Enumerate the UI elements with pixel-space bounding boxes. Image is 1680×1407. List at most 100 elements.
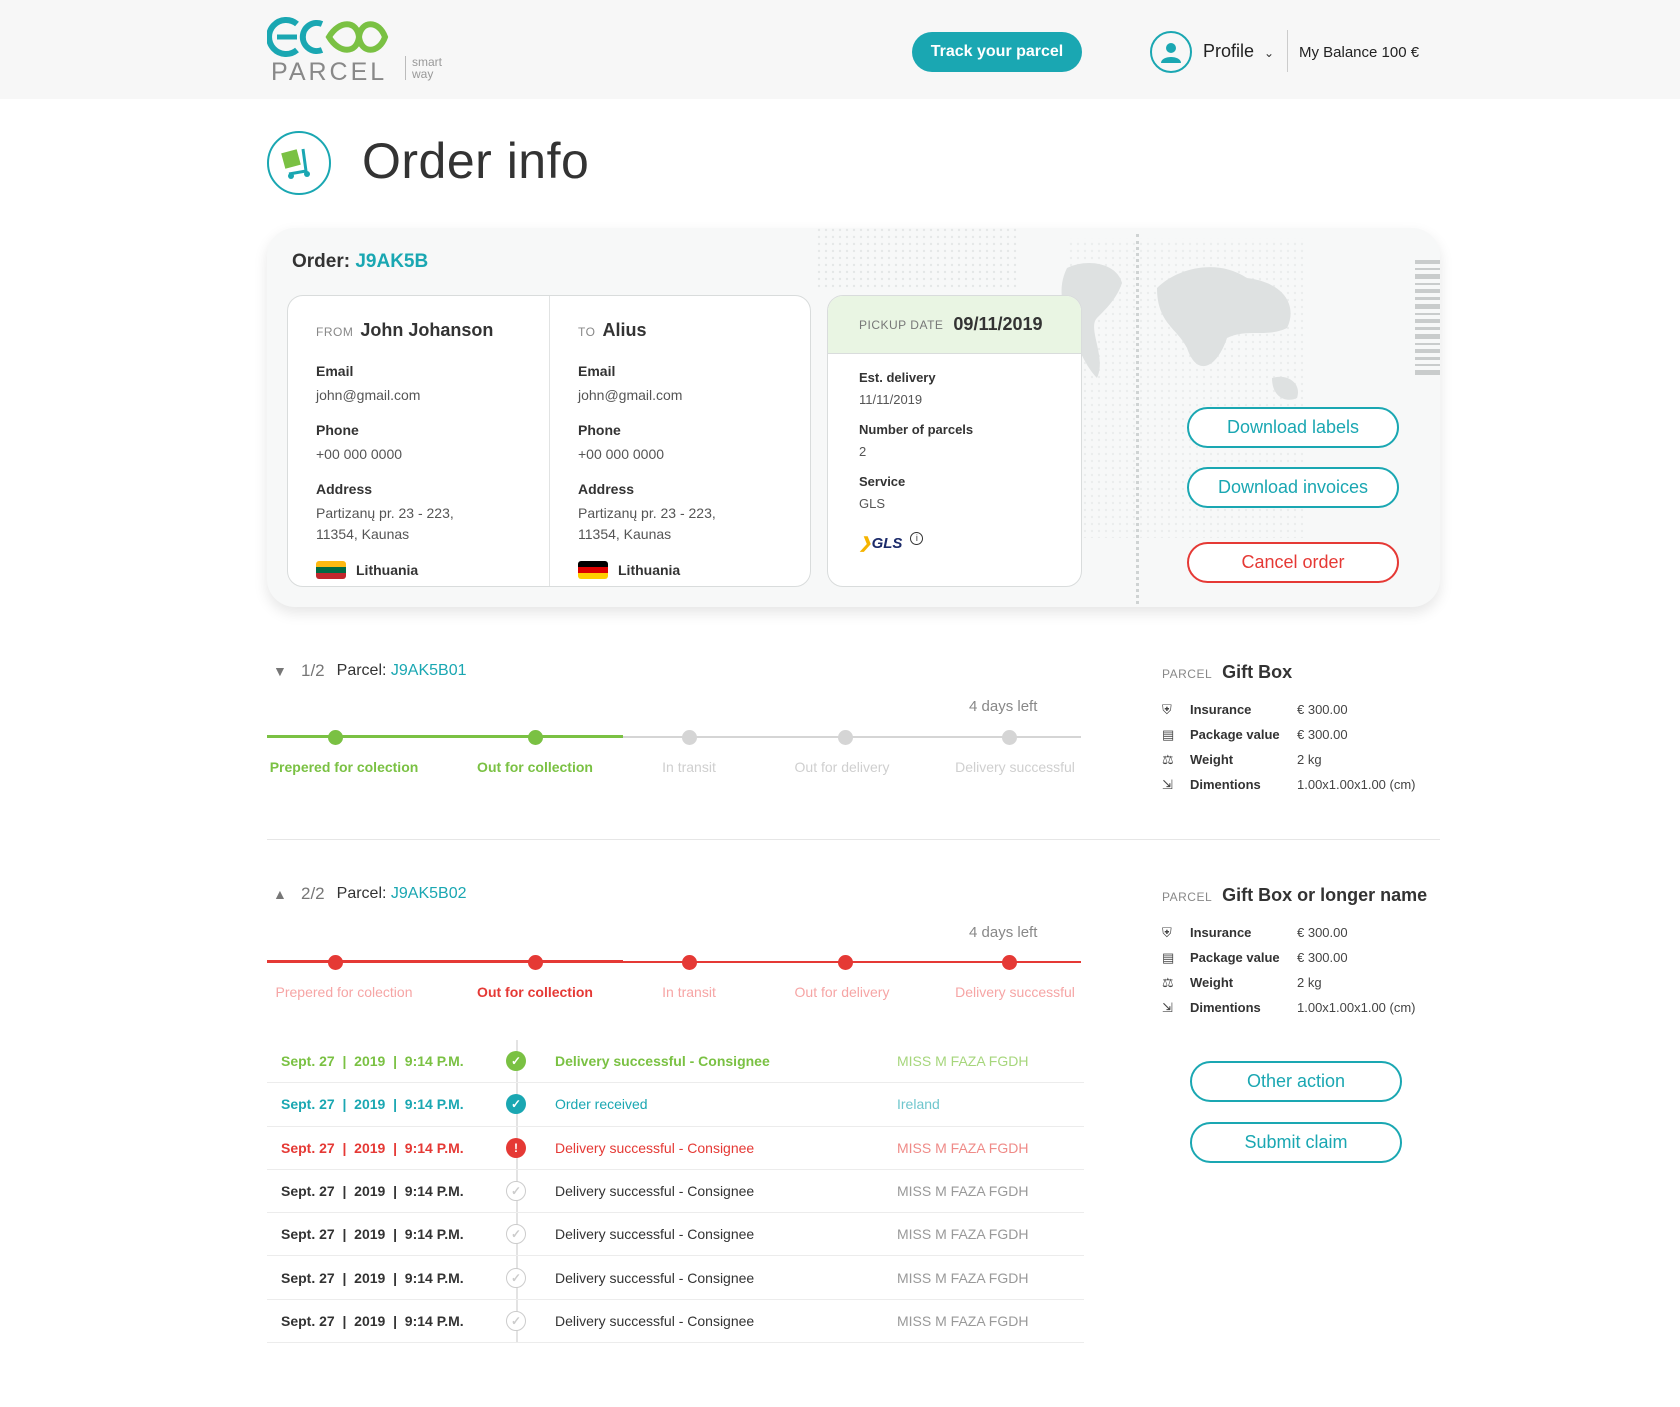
from-prefix: FROM: [316, 325, 354, 339]
parcel-2-dimensions-label: Dimentions: [1190, 1000, 1261, 1015]
parcel-1-label: Parcel: J9AK5B01: [337, 662, 467, 680]
order-id-label: Order: J9AK5B: [292, 251, 428, 273]
order-cart-icon: [267, 131, 331, 195]
other-action-button[interactable]: Other action: [1190, 1061, 1402, 1102]
parcel-1-step-2-label: Out for collection: [477, 759, 593, 775]
parcel-1-weight-row: ⚖ Weight 2 kg: [1162, 747, 1442, 772]
history-date: Sept. 27 | 2019 | 9:14 P.M.: [281, 1312, 464, 1329]
recipient-name: Alius: [602, 320, 647, 340]
scale-icon: ⚖: [1162, 751, 1174, 767]
addresses-box: FROM John Johanson Email john@gmail.com …: [287, 295, 811, 587]
parcel-2-step-5-dot: [1002, 955, 1017, 970]
pickup-box: PICKUP DATE 09/11/2019 Est. delivery 11/…: [827, 295, 1082, 587]
parcel-1-progress-track: [267, 735, 1081, 738]
parcel-2-value-value: € 300.00: [1297, 950, 1348, 965]
parcel-1-id: J9AK5B01: [390, 662, 467, 679]
history-row: Sept. 27 | 2019 | 9:14 P.M. ✓ Delivery s…: [267, 1300, 1084, 1344]
profile-avatar[interactable]: [1150, 31, 1192, 73]
history-event: Delivery successful - Consignee: [555, 1312, 755, 1329]
parcel-2-step-4-dot: [838, 955, 853, 970]
parcel-1-step-5-label: Delivery successful: [955, 759, 1075, 775]
parcel-2-label-text: Parcel:: [336, 885, 387, 902]
lithuania-flag-icon: [316, 561, 346, 579]
parcel-1-insurance-row: ⛨ Insurance € 300.00: [1162, 697, 1442, 722]
parcel-2-dimensions-row: ⇲ Dimentions 1.00x1.00x1.00 (cm): [1162, 995, 1442, 1020]
parcel-2-details-prefix: PARCEL: [1162, 890, 1213, 904]
history-row: Sept. 27 | 2019 | 9:14 P.M. ✓ Delivery s…: [267, 1040, 1084, 1084]
check-outline-icon: ✓: [506, 1224, 526, 1245]
sender-phone: +00 000 0000: [316, 446, 403, 462]
service-value: GLS: [859, 496, 886, 511]
recipient-email: john@gmail.com: [578, 387, 683, 403]
parcel-2-step-1-label: Prepered for colection: [275, 984, 413, 1000]
parcel-1-step-4-dot: [838, 730, 853, 745]
sender-column: FROM John Johanson Email john@gmail.com …: [288, 296, 550, 586]
history-event: Delivery successful - Consignee: [555, 1269, 755, 1286]
history-recipient: MISS M FAZA FGDH: [897, 1139, 1029, 1156]
parcel-1-step-3-label: In transit: [662, 759, 716, 775]
history-date: Sept. 27 | 2019 | 9:14 P.M.: [281, 1139, 464, 1156]
info-icon[interactable]: i: [910, 531, 924, 545]
parcel-1-days-left: 4 days left: [969, 698, 1038, 715]
history-recipient: MISS M FAZA FGDH: [897, 1183, 1029, 1200]
profile-menu[interactable]: Profile: [1203, 41, 1254, 62]
history-row: Sept. 27 | 2019 | 9:14 P.M. ✓ Delivery s…: [267, 1213, 1084, 1257]
parcel-2-dimensions-value: 1.00x1.00x1.00 (cm): [1297, 1000, 1416, 1015]
parcel-2-header[interactable]: ▲ 2/2 Parcel: J9AK5B02: [273, 884, 467, 904]
check-icon: ✓: [506, 1051, 526, 1072]
parcel-count-label: Number of parcels: [859, 422, 974, 437]
sender-address-line2: 11354, Kaunas: [316, 526, 410, 542]
track-parcel-button[interactable]: Track your parcel: [912, 32, 1082, 72]
expand-triangle-icon[interactable]: ▲: [273, 886, 289, 902]
sender-country-name: Lithuania: [356, 562, 419, 578]
shield-icon: ⛨: [1162, 701, 1172, 717]
user-icon: [1161, 43, 1181, 63]
parcel-1-step-4-label: Out for delivery: [794, 759, 890, 775]
parcel-1-index: 1/2: [301, 661, 325, 680]
check-icon: ✓: [506, 1094, 526, 1115]
parcel-1-weight-label: Weight: [1190, 752, 1234, 767]
eco-parcel-logo[interactable]: PARCEL smart way: [266, 16, 457, 86]
recipient-phone: +00 000 0000: [578, 446, 665, 462]
parcel-2-progress-track: [267, 960, 1081, 963]
pickup-date-header: PICKUP DATE 09/11/2019: [828, 296, 1081, 354]
order-id: J9AK5B: [355, 251, 429, 272]
parcel-2-step-2-label: Out for collection: [477, 984, 593, 1000]
download-labels-button[interactable]: Download labels: [1187, 407, 1399, 448]
parcel-1-step-2-dot: [528, 730, 543, 745]
submit-claim-button[interactable]: Submit claim: [1190, 1122, 1402, 1163]
shield-icon: ⛨: [1162, 924, 1172, 940]
history-date: Sept. 27 | 2019 | 9:14 P.M.: [281, 1226, 464, 1243]
sender-address-label: Address: [316, 481, 373, 497]
history-event: Order received: [555, 1096, 648, 1113]
collapse-triangle-icon[interactable]: ▼: [273, 663, 289, 679]
parcel-1-step-5-dot: [1002, 730, 1017, 745]
history-row: Sept. 27 | 2019 | 9:14 P.M. ✓ Delivery s…: [267, 1170, 1084, 1214]
parcel-1-weight-value: 2 kg: [1297, 752, 1322, 767]
parcel-2-index: 2/2: [301, 884, 325, 903]
pickup-date: 09/11/2019: [953, 314, 1043, 334]
chevron-down-icon[interactable]: ⌄: [1264, 46, 1274, 60]
parcel-1-header[interactable]: ▼ 1/2 Parcel: J9AK5B01: [273, 661, 467, 681]
download-invoices-button[interactable]: Download invoices: [1187, 467, 1399, 508]
recipient-email-label: Email: [578, 363, 616, 379]
est-delivery-value: 11/11/2019: [859, 392, 923, 407]
history-recipient: MISS M FAZA FGDH: [897, 1226, 1029, 1243]
cancel-order-button[interactable]: Cancel order: [1187, 542, 1399, 583]
sender-email-label: Email: [316, 363, 354, 379]
parcel-1-dimensions-value: 1.00x1.00x1.00 (cm): [1297, 777, 1416, 792]
parcel-1-dimensions-row: ⇲ Dimentions 1.00x1.00x1.00 (cm): [1162, 772, 1442, 797]
page-title: Order info: [362, 133, 590, 189]
pickup-date-prefix: PICKUP DATE: [859, 317, 944, 332]
parcel-2-step-3-label: In transit: [662, 984, 716, 1000]
parcel-1-step-1-label: Prepered for colection: [269, 759, 419, 775]
sender-phone-label: Phone: [316, 422, 359, 438]
parcel-1-name: Gift Box: [1222, 662, 1293, 682]
recipient-country: Lithuania: [578, 561, 784, 579]
ruler-icon: ⇲: [1162, 999, 1173, 1015]
parcel-1-value-row: ▤ Package value € 300.00: [1162, 722, 1442, 747]
service-label: Service: [859, 474, 906, 489]
parcel-1-progress-fill: [267, 735, 623, 738]
parcel-2-step-2-dot: [528, 955, 543, 970]
history-date: Sept. 27 | 2019 | 9:14 P.M.: [281, 1096, 464, 1113]
